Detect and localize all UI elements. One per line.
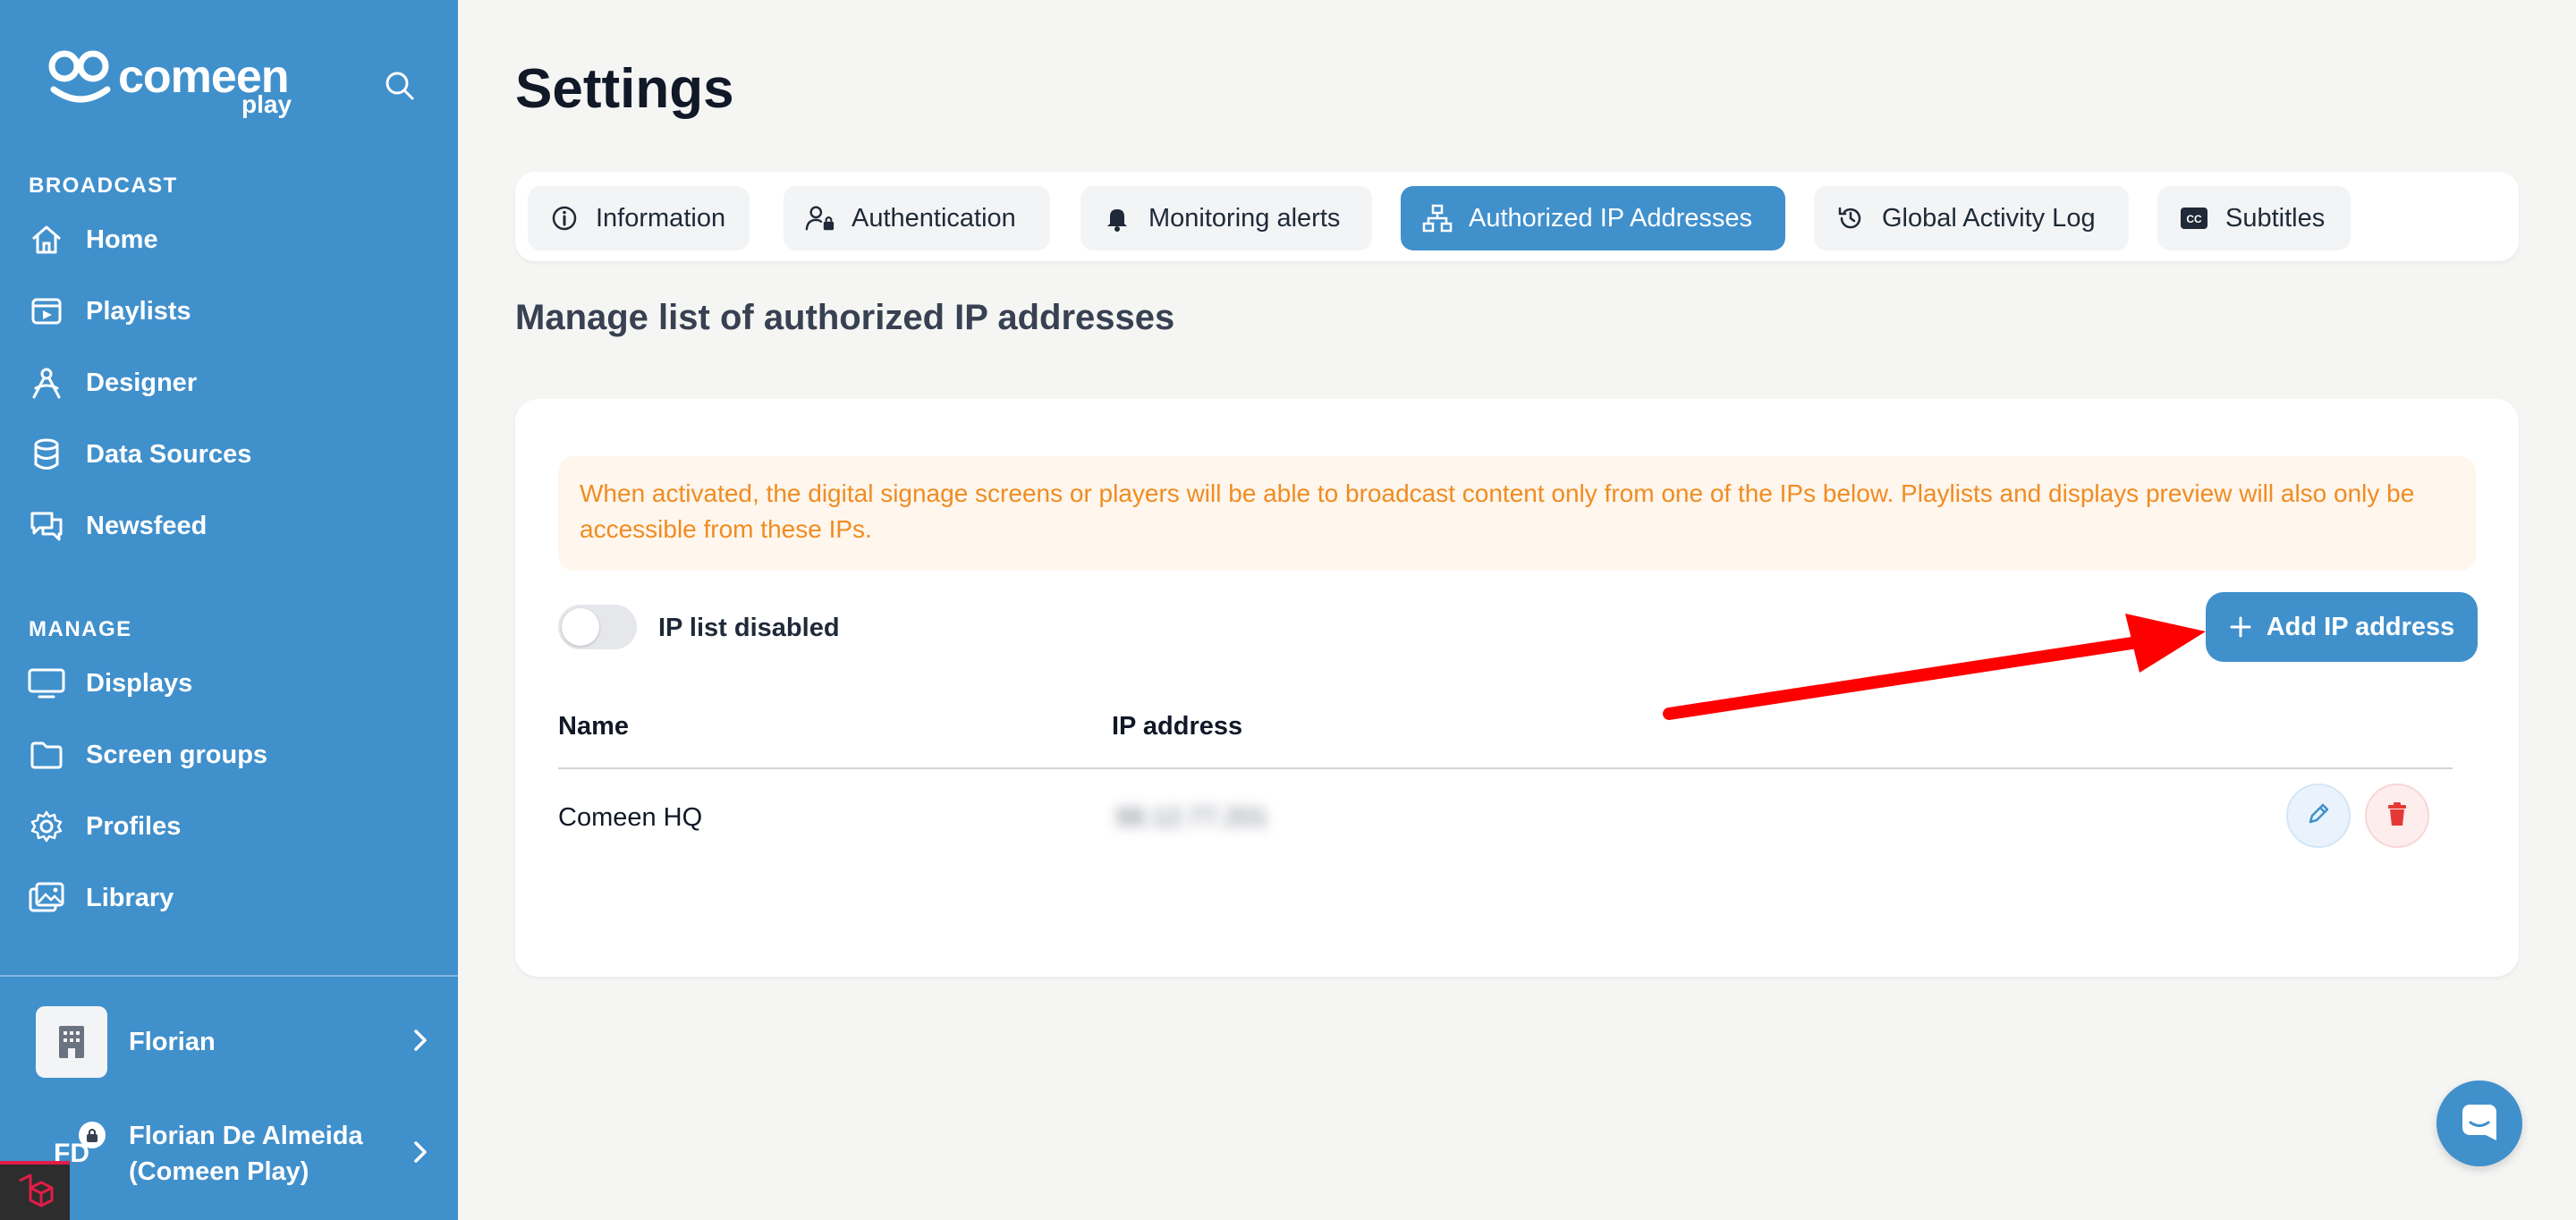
designer-icon (27, 363, 66, 402)
support-chat-button[interactable] (2436, 1080, 2522, 1166)
section-label-manage: MANAGE (29, 617, 132, 641)
section-label-broadcast: BROADCAST (29, 174, 178, 198)
add-ip-address-label: Add IP address (2266, 612, 2455, 641)
database-icon (27, 435, 66, 474)
sidebar-item-label: Library (86, 883, 174, 912)
logo-mark-icon (48, 50, 111, 103)
sidebar-item-label: Displays (86, 668, 193, 698)
sidebar-item-displays[interactable]: Displays (27, 657, 431, 710)
images-icon (27, 878, 66, 918)
monitor-icon (27, 664, 66, 703)
logo-subtext: play (242, 90, 292, 118)
toggle-knob (562, 608, 599, 646)
sidebar-divider (0, 975, 458, 977)
comeen-logo[interactable]: comeen play (45, 45, 304, 122)
tab-authorized-ip-addresses[interactable]: Authorized IP Addresses (1401, 186, 1785, 250)
ip-addresses-card: When activated, the digital signage scre… (515, 399, 2519, 977)
row-name: Comeen HQ (558, 803, 703, 832)
sidebar-item-screen-groups[interactable]: Screen groups (27, 728, 431, 782)
column-header-ip-address: IP address (1112, 712, 1243, 741)
tab-label: Authorized IP Addresses (1469, 203, 1753, 233)
table-header-divider (558, 767, 2453, 769)
organization-name: Florian (129, 1027, 216, 1056)
sidebar-item-label: Home (86, 225, 158, 254)
bell-icon (1102, 203, 1132, 233)
sidebar: comeen play BROADCAST Home Playlists Des… (0, 0, 458, 1220)
closed-caption-icon: CC (2179, 203, 2209, 233)
sidebar-item-data-sources[interactable]: Data Sources (27, 428, 431, 481)
user-name: Florian De Almeida (Comeen Play) (129, 1118, 410, 1190)
column-header-name: Name (558, 712, 629, 741)
sidebar-item-label: Profiles (86, 811, 182, 841)
history-icon (1835, 203, 1866, 233)
tab-global-activity-log[interactable]: Global Activity Log (1814, 186, 2129, 250)
building-icon (36, 1006, 107, 1078)
home-icon (27, 220, 66, 259)
svg-text:CC: CC (2186, 213, 2202, 225)
tab-label: Authentication (852, 203, 1016, 233)
sidebar-item-label: Newsfeed (86, 511, 208, 540)
sidebar-item-label: Data Sources (86, 439, 252, 469)
tab-label: Subtitles (2225, 203, 2326, 233)
tab-monitoring-alerts[interactable]: Monitoring alerts (1080, 186, 1372, 250)
sidebar-item-label: Screen groups (86, 740, 268, 769)
gear-icon (27, 807, 66, 846)
organization-switcher[interactable]: Florian (36, 1005, 431, 1079)
tab-subtitles[interactable]: CC Subtitles (2157, 186, 2351, 250)
delete-button[interactable] (2365, 784, 2429, 848)
user-menu[interactable]: FD Florian De Almeida (Comeen Play) (36, 1116, 431, 1191)
settings-tabs: Information Authentication Monitoring al… (515, 172, 2519, 261)
info-alert: When activated, the digital signage scre… (558, 456, 2476, 571)
sidebar-item-newsfeed[interactable]: Newsfeed (27, 499, 431, 553)
chat-bubbles-icon (27, 506, 66, 546)
network-icon (1422, 203, 1453, 233)
folder-icon (27, 735, 66, 775)
user-name-line: Florian De Almeida (129, 1122, 363, 1150)
chevron-right-icon (410, 1139, 431, 1170)
sidebar-item-label: Playlists (86, 296, 191, 326)
page-title: Settings (515, 58, 734, 120)
trash-icon (2385, 801, 2410, 832)
tab-information[interactable]: Information (528, 186, 750, 250)
sidebar-item-designer[interactable]: Designer (27, 356, 431, 410)
sidebar-item-playlists[interactable]: Playlists (27, 284, 431, 338)
sidebar-item-profiles[interactable]: Profiles (27, 800, 431, 853)
playlist-icon (27, 292, 66, 331)
plus-icon (2229, 615, 2252, 639)
tab-label: Monitoring alerts (1148, 203, 1341, 233)
tab-label: Information (596, 203, 726, 233)
pencil-icon (2305, 801, 2332, 832)
tab-label: Global Activity Log (1882, 203, 2096, 233)
add-ip-address-button[interactable]: Add IP address (2206, 592, 2478, 662)
sidebar-item-label: Designer (86, 368, 198, 397)
chat-icon (2459, 1101, 2500, 1147)
user-lock-badge-icon (79, 1122, 106, 1148)
search-icon[interactable] (380, 66, 419, 106)
chevron-right-icon (410, 1027, 431, 1058)
info-icon (549, 203, 580, 233)
user-company-line: (Comeen Play) (129, 1157, 309, 1186)
sidebar-item-library[interactable]: Library (27, 871, 431, 925)
row-ip-address-blurred: 88.12.77.201 (1116, 803, 1268, 832)
tab-authentication[interactable]: Authentication (784, 186, 1050, 250)
ip-list-toggle[interactable] (558, 605, 637, 649)
section-subtitle: Manage list of authorized IP addresses (515, 298, 1175, 337)
user-lock-icon (805, 203, 835, 233)
ip-list-toggle-label: IP list disabled (658, 614, 840, 642)
edit-button[interactable] (2286, 784, 2351, 848)
debug-toolbar-icon[interactable] (0, 1161, 70, 1220)
sidebar-item-home[interactable]: Home (27, 213, 431, 267)
